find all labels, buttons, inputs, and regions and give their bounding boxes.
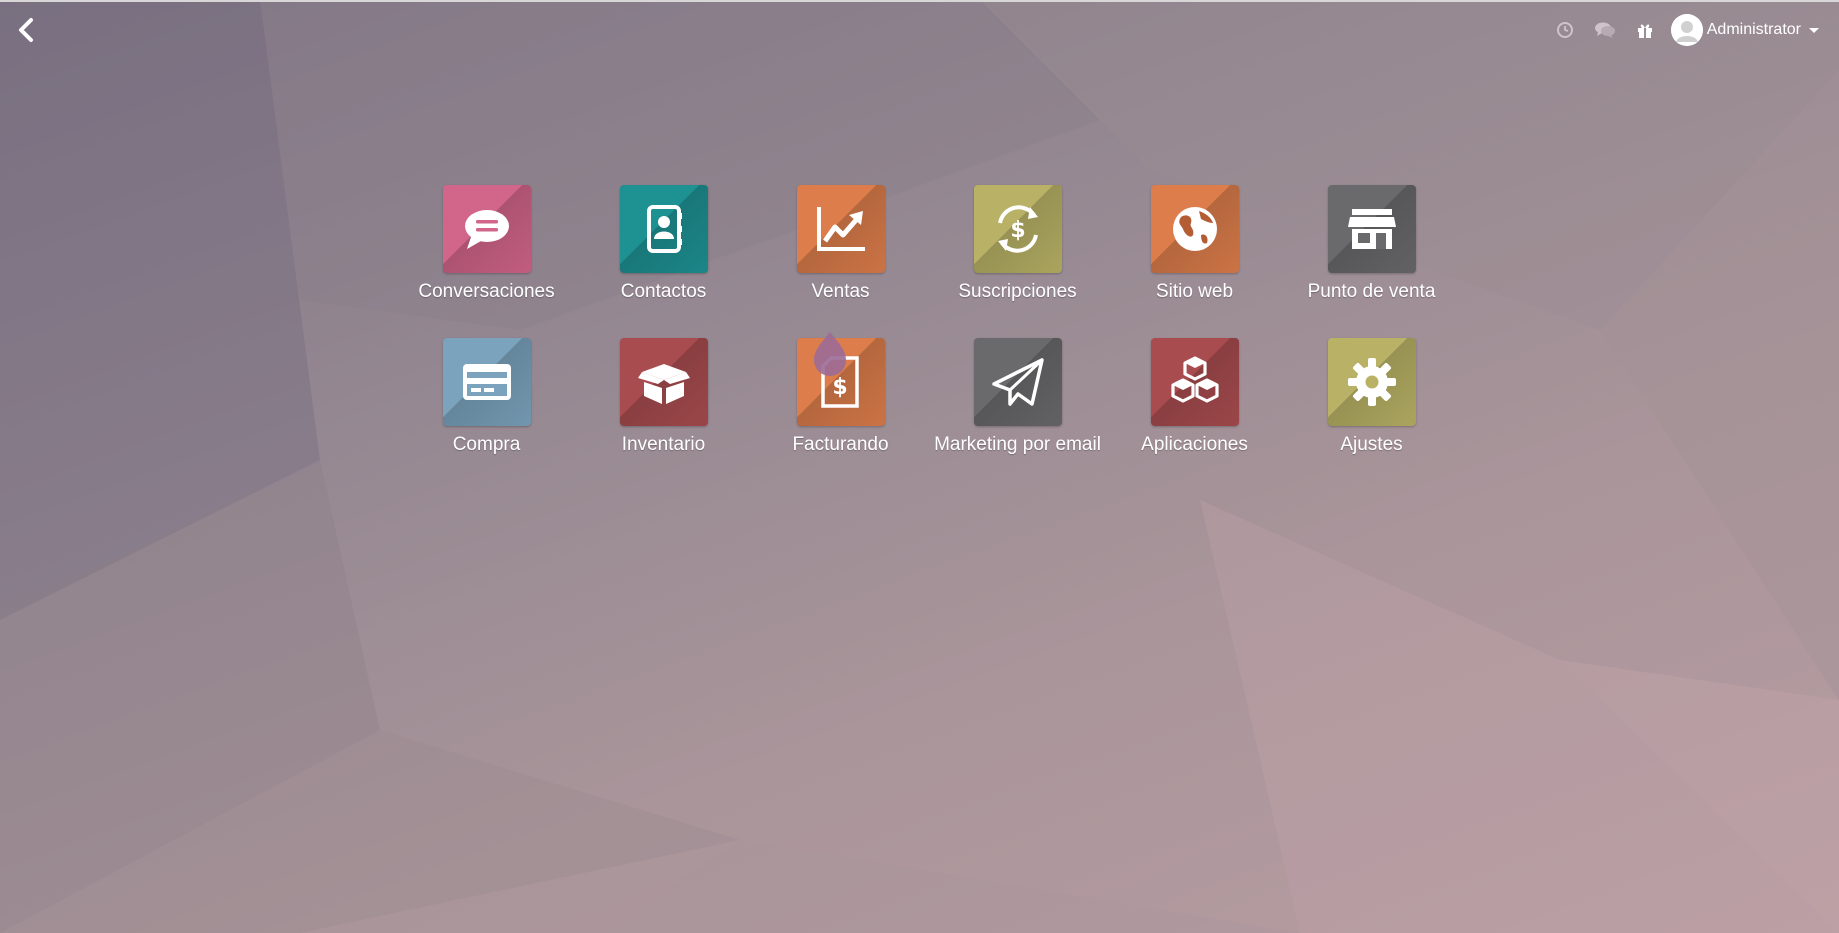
user-avatar-icon	[1670, 14, 1703, 46]
invoice-icon: $	[820, 356, 859, 408]
app-conversaciones[interactable]: Conversaciones	[398, 185, 575, 338]
app-facturando[interactable]: $ Facturando	[752, 338, 929, 491]
store-icon	[1347, 209, 1396, 249]
app-tile	[1327, 338, 1416, 426]
app-ajustes[interactable]: Ajustes	[1283, 338, 1460, 491]
back-button[interactable]	[12, 14, 40, 46]
box-icon	[637, 364, 690, 404]
gear-icon	[1347, 358, 1396, 406]
activity-menu-button[interactable]	[1545, 10, 1585, 50]
app-ventas[interactable]: Ventas	[752, 185, 929, 338]
app-label: Contactos	[620, 281, 707, 302]
chevron-left-icon	[19, 18, 33, 42]
app-tile	[1150, 185, 1239, 273]
app-label: Sitio web	[1155, 281, 1234, 302]
app-label: Conversaciones	[418, 281, 555, 302]
app-tile	[1150, 338, 1239, 426]
systray: Administrator	[1545, 2, 1839, 58]
app-contactos[interactable]: Contactos	[575, 185, 752, 338]
app-tile	[619, 338, 708, 426]
credit-card-icon	[462, 364, 511, 400]
line-chart-icon	[816, 207, 865, 251]
chat-bubbles-icon	[1594, 22, 1615, 38]
app-label: Marketing por email	[934, 434, 1101, 455]
app-tile	[442, 185, 531, 273]
app-aplicaciones[interactable]: Aplicaciones	[1106, 338, 1283, 491]
app-sitio-web[interactable]: Sitio web	[1106, 185, 1283, 338]
app-label: Compra	[452, 434, 521, 455]
app-grid: Conversaciones Contactos Ventas $ Suscri…	[398, 185, 1460, 491]
svg-text:$: $	[832, 375, 847, 400]
app-tile: $	[973, 185, 1062, 273]
user-name: Administrator	[1706, 21, 1801, 38]
cubes-icon	[1170, 356, 1219, 403]
app-label: Punto de venta	[1307, 281, 1436, 302]
app-tile	[619, 185, 708, 273]
app-label: Inventario	[621, 434, 706, 455]
app-tile	[442, 338, 531, 426]
app-compra[interactable]: Compra	[398, 338, 575, 491]
clock-icon	[1556, 22, 1573, 38]
app-label: Suscripciones	[958, 281, 1077, 302]
address-book-icon	[646, 205, 682, 253]
app-marketing-por-email[interactable]: Marketing por email	[929, 338, 1106, 491]
svg-text:$: $	[1010, 218, 1025, 243]
app-label: Ventas	[811, 281, 870, 302]
whats-new-button[interactable]	[1625, 10, 1665, 50]
user-menu[interactable]: Administrator	[1670, 14, 1819, 46]
chat-icon	[464, 210, 509, 249]
app-tile	[973, 338, 1062, 426]
app-suscripciones[interactable]: $ Suscripciones	[929, 185, 1106, 338]
app-tile: $	[796, 338, 885, 426]
app-label: Facturando	[792, 434, 889, 455]
gift-icon	[1637, 24, 1652, 38]
app-tile	[796, 185, 885, 273]
app-label: Aplicaciones	[1141, 434, 1248, 455]
app-label: Ajustes	[1340, 434, 1403, 455]
discuss-menu-button[interactable]	[1585, 10, 1625, 50]
top-navbar: Administrator	[0, 2, 1839, 58]
app-punto-de-venta[interactable]: Punto de venta	[1283, 185, 1460, 338]
dollar-cycle-icon: $	[997, 205, 1038, 253]
app-tile	[1327, 185, 1416, 273]
globe-icon	[1172, 207, 1217, 251]
paper-plane-icon	[991, 358, 1044, 406]
caret-down-icon	[1809, 27, 1819, 33]
app-inventario[interactable]: Inventario	[575, 338, 752, 491]
